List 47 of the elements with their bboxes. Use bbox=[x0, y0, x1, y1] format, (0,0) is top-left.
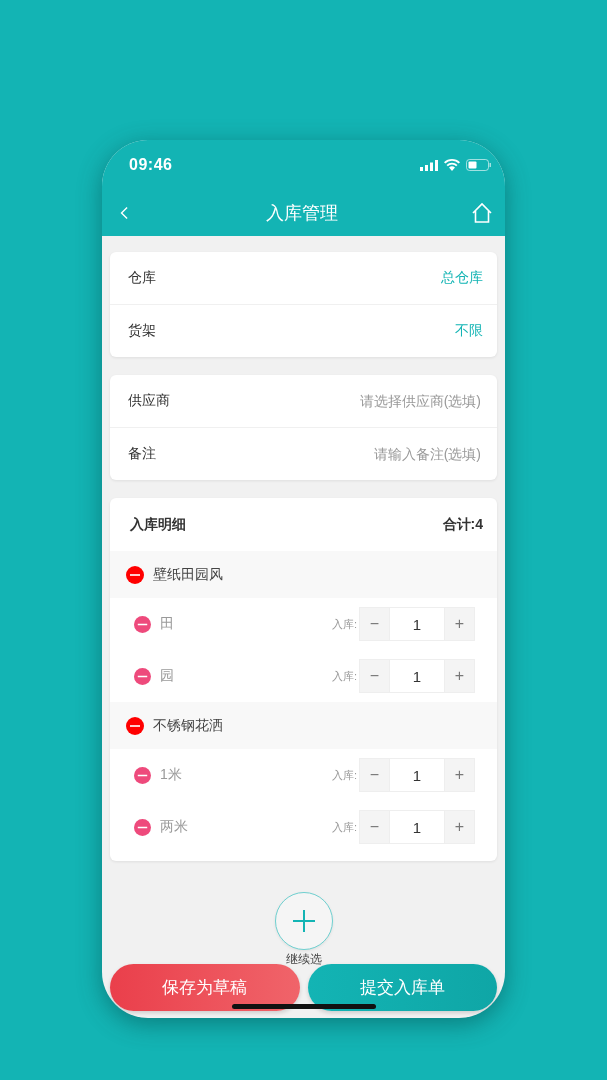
variant-name: 田 bbox=[160, 615, 175, 633]
remove-icon[interactable] bbox=[134, 615, 151, 633]
remove-icon[interactable] bbox=[126, 716, 144, 735]
remove-icon[interactable] bbox=[134, 818, 151, 836]
increase-button[interactable]: + bbox=[444, 758, 475, 792]
home-icon[interactable] bbox=[471, 202, 493, 224]
input-field[interactable]: 请选择供应商(选填) bbox=[299, 392, 483, 410]
quantity-label: 入库: bbox=[331, 819, 357, 835]
decrease-button[interactable]: − bbox=[359, 607, 390, 641]
plus-icon bbox=[291, 909, 316, 933]
field-label: 供应商 bbox=[128, 392, 170, 410]
total-count: 合计:4 bbox=[442, 515, 483, 534]
remove-icon[interactable] bbox=[134, 766, 151, 784]
save-draft-button[interactable]: 保存为草稿 bbox=[110, 964, 300, 1011]
input-field[interactable]: 请输入备注(选填) bbox=[299, 445, 483, 463]
wifi-icon bbox=[444, 159, 460, 171]
remove-icon[interactable] bbox=[134, 667, 151, 685]
quantity-field[interactable]: 1 bbox=[390, 758, 444, 792]
product-name: 壁纸田园风 bbox=[153, 565, 223, 584]
decrease-button[interactable]: − bbox=[359, 659, 390, 693]
increase-button[interactable]: + bbox=[444, 810, 475, 844]
quantity-field[interactable]: 1 bbox=[390, 659, 444, 693]
variant-name: 园 bbox=[160, 667, 175, 685]
section-title: 入库明细 bbox=[130, 515, 186, 534]
field-label: 仓库 bbox=[128, 269, 156, 287]
battery-icon bbox=[466, 159, 491, 171]
product-name: 不锈钢花洒 bbox=[153, 716, 223, 735]
status-time: 09:46 bbox=[129, 156, 173, 174]
decrease-button[interactable]: − bbox=[359, 810, 390, 844]
field-label: 备注 bbox=[128, 445, 156, 463]
variant-name: 1米 bbox=[160, 766, 183, 784]
field-label: 货架 bbox=[128, 322, 156, 340]
decrease-button[interactable]: − bbox=[359, 758, 390, 792]
quantity-label: 入库: bbox=[331, 616, 357, 632]
signal-icon bbox=[420, 159, 438, 171]
quantity-label: 入库: bbox=[331, 767, 357, 783]
variant-name: 两米 bbox=[160, 818, 189, 836]
increase-button[interactable]: + bbox=[444, 659, 475, 693]
quantity-label: 入库: bbox=[331, 668, 357, 684]
remove-icon[interactable] bbox=[126, 565, 144, 584]
field-value[interactable]: 不限 bbox=[455, 322, 483, 340]
submit-button[interactable]: 提交入库单 bbox=[307, 964, 497, 1011]
field-value[interactable]: 总仓库 bbox=[441, 269, 483, 287]
quantity-field[interactable]: 1 bbox=[390, 607, 444, 641]
page-title: 入库管理 bbox=[265, 202, 338, 225]
increase-button[interactable]: + bbox=[444, 607, 475, 641]
quantity-field[interactable]: 1 bbox=[390, 810, 444, 844]
